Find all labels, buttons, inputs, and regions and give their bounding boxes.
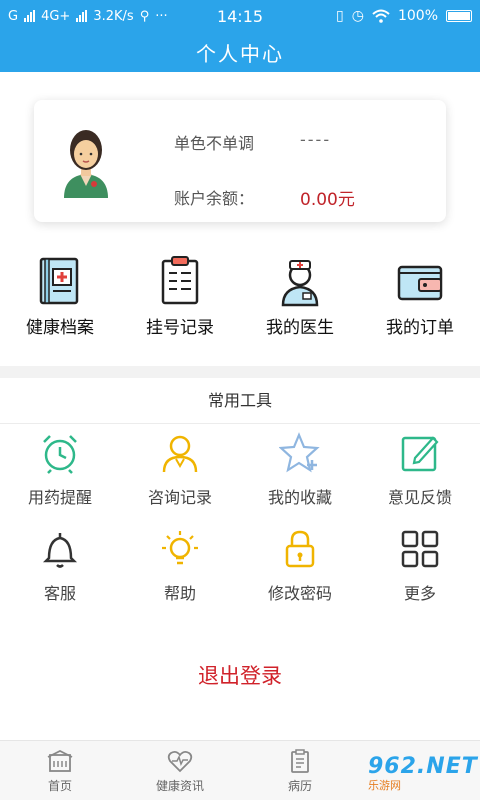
lock-icon [285,530,315,568]
feedback-edit-icon [401,436,439,472]
registration-record-button[interactable]: 挂号记录 [120,255,240,355]
registration-record-label: 挂号记录 [146,318,214,338]
lightbulb-icon [162,531,198,565]
status-time: 14:15 [216,6,264,26]
nav-home-label: 首页 [47,779,72,793]
tools-row: 客服 帮助 修改密码 更多 [0,528,480,624]
more-button[interactable]: 更多 [360,528,480,624]
customer-service-button[interactable]: 客服 [0,528,120,624]
feedback-label: 意见反馈 [387,488,452,507]
change-password-button[interactable]: 修改密码 [240,528,360,624]
balance-label: 账户余额： [174,189,255,208]
status-bar: G 4G+ 3.2K/s ⚲ ··· 14:15 ▯ ◷ 100% [0,0,480,32]
customer-service-label: 客服 [43,584,76,603]
user-consult-icon [162,435,198,473]
doctor-icon [281,260,319,307]
nav-health-news[interactable]: 健康资讯 [120,741,240,800]
medical-record-icon [291,749,309,773]
section-divider [0,366,480,378]
star-add-icon [279,432,320,473]
order-wallet-icon [397,265,443,301]
my-doctor-button[interactable]: 我的医生 [240,255,360,355]
tools-grid: 用药提醒 咨询记录 我的收藏 意见反馈 客服 帮助 修改密码 更多 [0,432,480,624]
nav-home[interactable]: 首页 [0,741,120,800]
my-doctor-label: 我的医生 [266,318,334,338]
change-password-label: 修改密码 [267,584,332,603]
balance-value: 0.00元 [300,190,355,210]
health-record-label: 健康档案 [26,318,94,338]
site-watermark: 962.NET 乐游网 [350,750,480,796]
nav-health-news-label: 健康资讯 [155,779,204,793]
nav-medical-record-label: 病历 [287,779,312,793]
medication-reminder-label: 用药提醒 [27,488,92,507]
grid-more-icon [401,530,439,568]
feedback-button[interactable]: 意见反馈 [360,432,480,528]
profile-name-value: ---- [300,130,332,149]
nav-medical-record[interactable]: 病历 [240,741,360,800]
my-favorites-label: 我的收藏 [267,488,332,507]
consult-record-button[interactable]: 咨询记录 [120,432,240,528]
more-label: 更多 [403,584,436,603]
battery-icon [446,10,472,22]
consult-record-label: 咨询记录 [147,488,212,507]
medication-reminder-button[interactable]: 用药提醒 [0,432,120,528]
heart-pulse-icon [167,750,193,773]
health-record-button[interactable]: 健康档案 [0,255,120,355]
quick-actions: 健康档案 挂号记录 我的医生 我的订单 [0,255,480,355]
help-button[interactable]: 帮助 [120,528,240,624]
my-orders-button[interactable]: 我的订单 [360,255,480,355]
home-building-icon [47,749,73,772]
help-label: 帮助 [163,584,196,603]
my-favorites-button[interactable]: 我的收藏 [240,432,360,528]
registration-record-icon [161,256,199,305]
logout-button[interactable]: 退出登录 [140,656,340,696]
avatar-icon [64,130,108,198]
watermark-sub: 乐游网 [368,778,401,792]
health-record-icon [39,257,79,305]
profile-card[interactable]: 单色不单调 ---- 账户余额： 0.00元 [34,100,446,222]
alarm-clock-icon [43,435,77,474]
profile-name: 单色不单调 [174,134,255,153]
watermark-logo: 962.NET [368,753,478,779]
my-orders-label: 我的订单 [386,318,454,338]
tools-section-title: 常用工具 [0,378,480,424]
page-title: 个人中心 [0,32,480,72]
tools-row: 用药提醒 咨询记录 我的收藏 意见反馈 [0,432,480,528]
bell-icon [42,533,78,568]
